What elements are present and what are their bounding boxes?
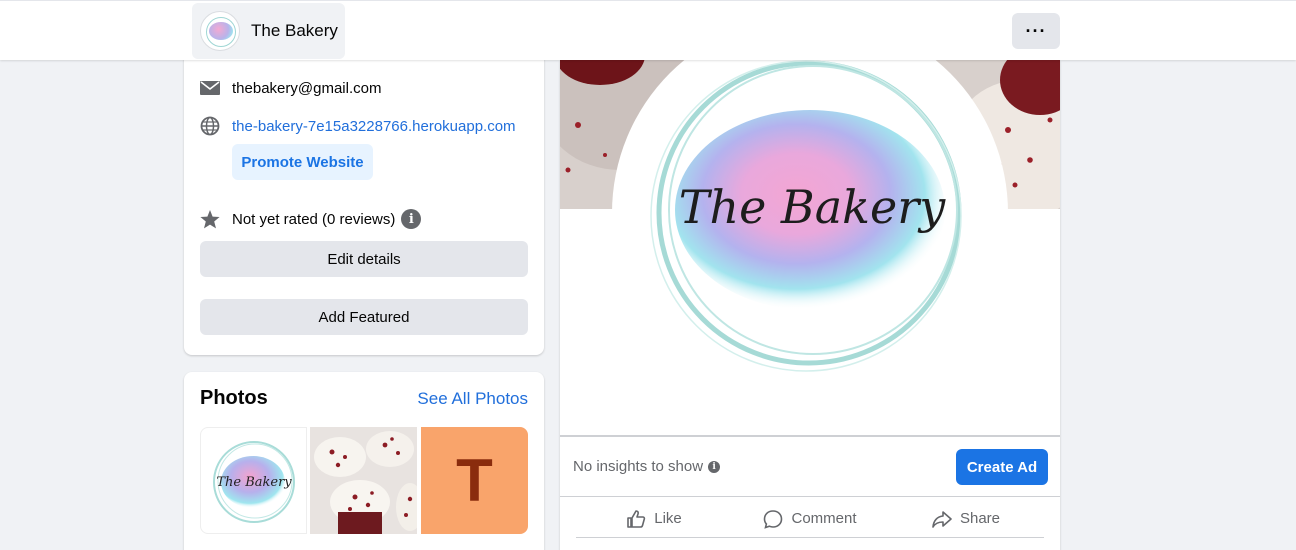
comment-button[interactable]: Comment bbox=[732, 500, 888, 537]
promote-website-button[interactable]: Promote Website bbox=[232, 144, 373, 180]
website-link[interactable]: the-bakery-7e15a3228766.herokuapp.com bbox=[232, 118, 516, 135]
photo-thumbnail-logo[interactable]: The Bakery bbox=[200, 427, 307, 534]
photo-thumbnail-cupcakes[interactable] bbox=[310, 427, 417, 534]
more-icon: ··· bbox=[1025, 20, 1047, 41]
comment-icon bbox=[764, 509, 783, 529]
share-label: Share bbox=[959, 510, 1001, 527]
share-button[interactable]: Share bbox=[888, 500, 1044, 537]
page-name: The Bakery bbox=[251, 21, 338, 40]
create-ad-button[interactable]: Create Ad bbox=[956, 449, 1048, 485]
logo-text: The Bakery bbox=[679, 180, 946, 234]
globe-icon bbox=[200, 116, 220, 136]
share-icon bbox=[932, 510, 952, 528]
page-header-bar: The Bakery ··· bbox=[0, 0, 1296, 60]
like-button[interactable]: Like bbox=[576, 500, 732, 537]
svg-text:The Bakery: The Bakery bbox=[216, 475, 292, 490]
page-profile-chip[interactable]: The Bakery bbox=[192, 3, 345, 59]
insights-row: No insights to show i bbox=[573, 458, 721, 475]
edit-details-button[interactable]: Edit details bbox=[200, 241, 528, 277]
see-all-photos-link[interactable]: See All Photos bbox=[417, 389, 528, 409]
photos-card: Photos See All Photos The Bakery T bbox=[184, 372, 544, 550]
rating-row: Not yet rated (0 reviews) i bbox=[200, 209, 422, 229]
rating-text: Not yet rated (0 reviews) bbox=[232, 210, 396, 228]
email-row: thebakery@gmail.com bbox=[200, 78, 381, 98]
star-icon bbox=[200, 209, 220, 229]
avatar-ring bbox=[206, 17, 236, 47]
insights-text: No insights to show bbox=[573, 458, 704, 475]
cover-profile-card: The Bakery No insights to show i Create … bbox=[560, 15, 1060, 550]
more-options-button[interactable]: ··· bbox=[1012, 13, 1060, 49]
profile-logo[interactable]: The Bakery bbox=[612, 15, 1008, 411]
email-text[interactable]: thebakery@gmail.com bbox=[232, 80, 381, 97]
like-label: Like bbox=[654, 510, 682, 527]
envelope-icon bbox=[200, 78, 220, 98]
thumbnail-letter: T bbox=[456, 447, 493, 514]
page-avatar bbox=[200, 11, 240, 51]
intro-card: thebakery@gmail.com the-bakery-7e15a3228… bbox=[184, 40, 544, 355]
post-action-row: Like Comment Share bbox=[576, 500, 1044, 538]
insights-info-icon[interactable]: i bbox=[708, 460, 721, 473]
photo-thumbnail-letter-t[interactable]: T bbox=[421, 427, 528, 534]
comment-label: Comment bbox=[791, 510, 857, 527]
like-icon bbox=[627, 509, 646, 528]
add-featured-button[interactable]: Add Featured bbox=[200, 299, 528, 335]
insights-bar: No insights to show i Create Ad bbox=[560, 435, 1060, 497]
website-row: the-bakery-7e15a3228766.herokuapp.com bbox=[200, 116, 516, 136]
info-icon[interactable]: i bbox=[401, 209, 422, 229]
photos-title: Photos bbox=[200, 387, 268, 409]
